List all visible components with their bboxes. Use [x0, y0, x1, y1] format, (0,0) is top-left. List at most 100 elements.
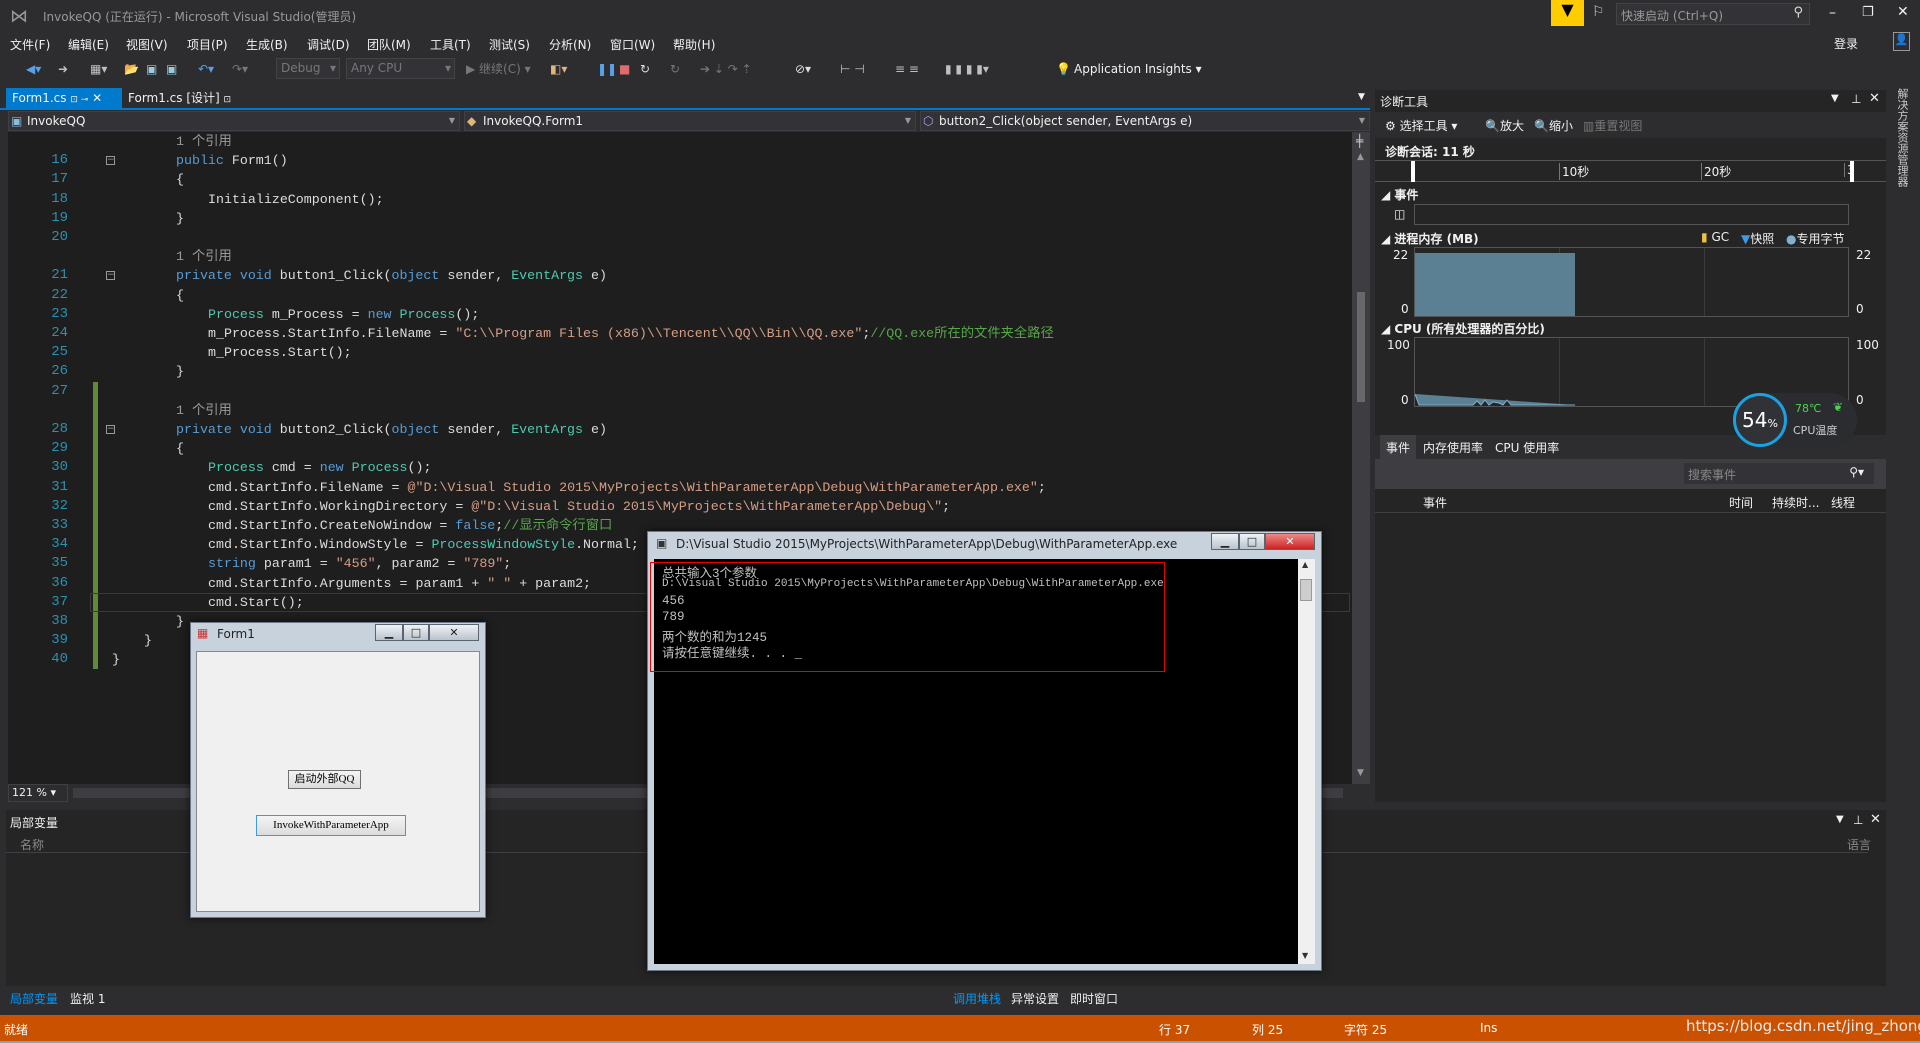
- feedback-icon[interactable]: ⚐: [1592, 4, 1605, 20]
- menu-item[interactable]: 窗口(W): [610, 36, 655, 53]
- console-close-button[interactable]: ✕: [1265, 533, 1315, 550]
- menu-item[interactable]: 工具(T): [430, 36, 471, 53]
- console-scrollbar[interactable]: ▲ ▼: [1298, 559, 1315, 964]
- tab-form1-cs[interactable]: Form1.cs ⊡ ⊸ ✕: [6, 88, 122, 108]
- close-tab-icon[interactable]: ✕: [92, 91, 102, 105]
- references-codelens[interactable]: 1 个引用: [176, 247, 232, 266]
- menu-item[interactable]: 测试(S): [489, 36, 530, 53]
- form1-minimize-button[interactable]: ▁: [375, 624, 403, 641]
- process-icon[interactable]: ◧▾: [550, 59, 567, 79]
- search-icon[interactable]: ⚲▾: [1849, 465, 1864, 479]
- select-tools-button[interactable]: ⚙ 选择工具 ▾: [1385, 117, 1457, 134]
- save-all-icon[interactable]: ▣: [166, 59, 177, 79]
- code-line[interactable]: cmd.StartInfo.FileName = @"D:\Visual Stu…: [208, 478, 1046, 497]
- pin-icon[interactable]: ⊥: [1851, 92, 1861, 106]
- tab-watch-1[interactable]: 监视 1: [70, 990, 105, 1007]
- form1-maximize-button[interactable]: □: [403, 624, 429, 641]
- menu-item[interactable]: 文件(F): [10, 36, 50, 53]
- restart-icon[interactable]: ↻: [640, 59, 650, 79]
- search-icon[interactable]: ⚲: [1793, 5, 1803, 20]
- new-project-icon[interactable]: ▦▾: [90, 59, 107, 79]
- menu-item[interactable]: 分析(N): [549, 36, 591, 53]
- hot-reload-icon[interactable]: ↻: [670, 59, 680, 79]
- console-minimize-button[interactable]: ▁: [1211, 533, 1239, 550]
- column-event[interactable]: 事件: [1423, 494, 1447, 511]
- memory-chart[interactable]: [1414, 247, 1849, 317]
- column-duration[interactable]: 持续时...: [1772, 494, 1819, 511]
- indent-icons[interactable]: ⊢ ⊣: [840, 59, 865, 79]
- memory-section-header[interactable]: ◢ 进程内存 (MB): [1381, 230, 1479, 247]
- collapse-icon[interactable]: −: [106, 425, 115, 434]
- code-line[interactable]: public Form1(): [176, 151, 288, 170]
- timeline-end-handle[interactable]: [1850, 161, 1854, 182]
- collapse-icon[interactable]: −: [106, 271, 115, 281]
- code-line[interactable]: }: [176, 209, 184, 228]
- panel-menu-icon[interactable]: ▼: [1836, 814, 1844, 825]
- comment-icons[interactable]: ≡ ≡: [895, 59, 919, 79]
- close-panel-icon[interactable]: ✕: [1870, 812, 1881, 827]
- pin-icon[interactable]: ⊥: [1853, 813, 1863, 827]
- tab-locals[interactable]: 局部变量: [10, 990, 58, 1007]
- column-time[interactable]: 时间: [1729, 494, 1753, 511]
- application-insights-button[interactable]: Application Insights ▾: [1074, 59, 1202, 79]
- references-codelens[interactable]: 1 个引用: [176, 401, 232, 420]
- quick-launch-input[interactable]: 快速启动 (Ctrl+Q) ⚲: [1616, 3, 1810, 25]
- console-scroll-thumb[interactable]: [1300, 579, 1312, 601]
- stop-icon[interactable]: ■: [619, 59, 630, 79]
- panel-menu-icon[interactable]: ▼: [1831, 93, 1839, 104]
- feedback-filter-icon[interactable]: ▼: [1551, 0, 1584, 26]
- cpu-section-header[interactable]: ◢ CPU (所有处理器的百分比): [1381, 320, 1545, 337]
- form1-close-button[interactable]: ✕: [429, 624, 479, 641]
- code-line[interactable]: }: [144, 631, 152, 650]
- tab-cpu-usage[interactable]: CPU 使用率: [1495, 439, 1559, 456]
- bookmark-icons[interactable]: ▮ ▮ ▮ ▮▾: [945, 59, 989, 79]
- menu-item[interactable]: 生成(B): [246, 36, 288, 53]
- events-toggle-icon[interactable]: ◫: [1394, 207, 1405, 221]
- redo-icon[interactable]: ↷▾: [232, 59, 248, 79]
- launch-qq-button[interactable]: 启动外部QQ: [288, 770, 361, 789]
- vertical-scrollbar[interactable]: ╪ ▲ ▼: [1352, 132, 1370, 784]
- close-panel-icon[interactable]: ✕: [1869, 91, 1880, 106]
- column-language[interactable]: 语言: [1847, 836, 1871, 853]
- code-line[interactable]: }: [176, 612, 184, 631]
- timeline-ruler[interactable]: 10秒 20秒 3: [1375, 160, 1886, 182]
- code-line[interactable]: private void button2_Click(object sender…: [176, 420, 607, 439]
- project-dropdown[interactable]: ▣ InvokeQQ ▼: [8, 111, 460, 131]
- menu-item[interactable]: 视图(V): [126, 36, 168, 53]
- console-window[interactable]: ▣ D:\Visual Studio 2015\MyProjects\WithP…: [647, 531, 1322, 971]
- breakpoints-icon[interactable]: ⊘▾: [795, 59, 811, 79]
- menu-item[interactable]: 项目(P): [187, 36, 228, 53]
- code-line[interactable]: cmd.StartInfo.WindowStyle = ProcessWindo…: [208, 535, 639, 554]
- column-name[interactable]: 名称: [20, 836, 44, 853]
- scroll-down-icon[interactable]: ▼: [1357, 768, 1364, 778]
- code-line[interactable]: m_Process.StartInfo.FileName = "C:\\Prog…: [208, 324, 1054, 343]
- open-file-icon[interactable]: 📂: [124, 59, 139, 79]
- scroll-thumb[interactable]: [1357, 292, 1365, 402]
- configuration-select[interactable]: Debug ▾: [276, 58, 340, 79]
- code-line[interactable]: m_Process.Start();: [208, 343, 352, 362]
- console-maximize-button[interactable]: □: [1239, 533, 1265, 550]
- undo-icon[interactable]: ↶▾: [198, 59, 214, 79]
- code-line[interactable]: }: [176, 362, 184, 381]
- continue-button[interactable]: ▶ 继续(C) ▾: [466, 59, 531, 79]
- tab-immediate-window[interactable]: 即时窗口: [1070, 990, 1118, 1007]
- collapse-icon[interactable]: −: [106, 156, 115, 166]
- code-line[interactable]: cmd.StartInfo.Arguments = param1 + " " +…: [208, 574, 591, 593]
- menu-item[interactable]: 编辑(E): [68, 36, 109, 53]
- pause-icon[interactable]: ❚❚: [597, 59, 617, 79]
- account-avatar-icon[interactable]: 👤: [1893, 32, 1910, 51]
- save-icon[interactable]: ▣: [146, 59, 157, 79]
- menu-item[interactable]: 调试(D): [307, 36, 350, 53]
- tab-exception-settings[interactable]: 异常设置: [1011, 990, 1059, 1007]
- events-section-header[interactable]: ◢ 事件: [1381, 186, 1418, 203]
- reset-view-button[interactable]: ▥重置视图: [1583, 117, 1642, 134]
- step-icons[interactable]: ➔ ⇣ ↷ ⇡: [700, 59, 752, 79]
- code-line[interactable]: cmd.StartInfo.CreateNoWindow = false;//显…: [208, 516, 612, 535]
- menu-item[interactable]: 帮助(H): [673, 36, 715, 53]
- sign-in-link[interactable]: 登录: [1834, 35, 1858, 52]
- code-line[interactable]: cmd.Start();: [208, 593, 304, 612]
- restore-button[interactable]: ❐: [1862, 5, 1874, 20]
- tab-memory-usage[interactable]: 内存使用率: [1423, 439, 1483, 456]
- console-output[interactable]: 总共输入3个参数 D:\Visual Studio 2015\MyProjects…: [650, 559, 1315, 964]
- references-codelens[interactable]: 1 个引用: [176, 132, 232, 151]
